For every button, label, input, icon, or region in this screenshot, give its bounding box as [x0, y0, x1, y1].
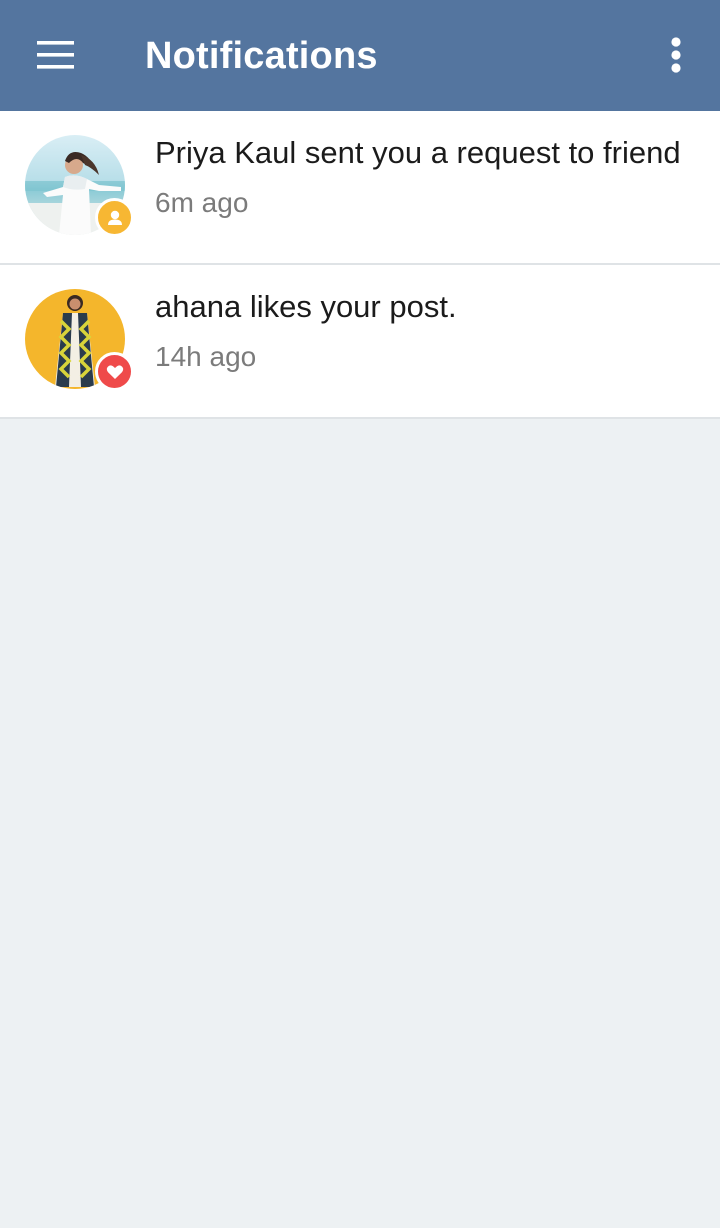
heart-icon: [106, 364, 123, 379]
notification-list: Priya Kaul sent you a request to friend …: [0, 111, 720, 419]
hamburger-menu-icon: [37, 41, 74, 69]
notification-item[interactable]: ahana likes your post. 14h ago: [0, 265, 720, 419]
more-vert-icon: [671, 37, 681, 73]
menu-button[interactable]: [24, 28, 88, 82]
notification-time: 14h ago: [155, 341, 257, 372]
like-badge: [95, 352, 134, 391]
friend-request-icon: [107, 210, 122, 225]
notification-item[interactable]: Priya Kaul sent you a request to friend …: [0, 111, 720, 265]
page-title: Notifications: [145, 35, 378, 77]
notifications-screen: Notifications Priya Kaul sent you a requ…: [0, 0, 720, 1228]
more-options-button[interactable]: [650, 28, 702, 82]
notification-time: 6m ago: [155, 187, 249, 218]
friend-request-badge: [95, 198, 134, 237]
notification-message: Priya Kaul sent you a request to friend: [155, 135, 681, 170]
notification-message: ahana likes your post.: [155, 289, 457, 324]
app-toolbar: Notifications: [0, 0, 720, 111]
